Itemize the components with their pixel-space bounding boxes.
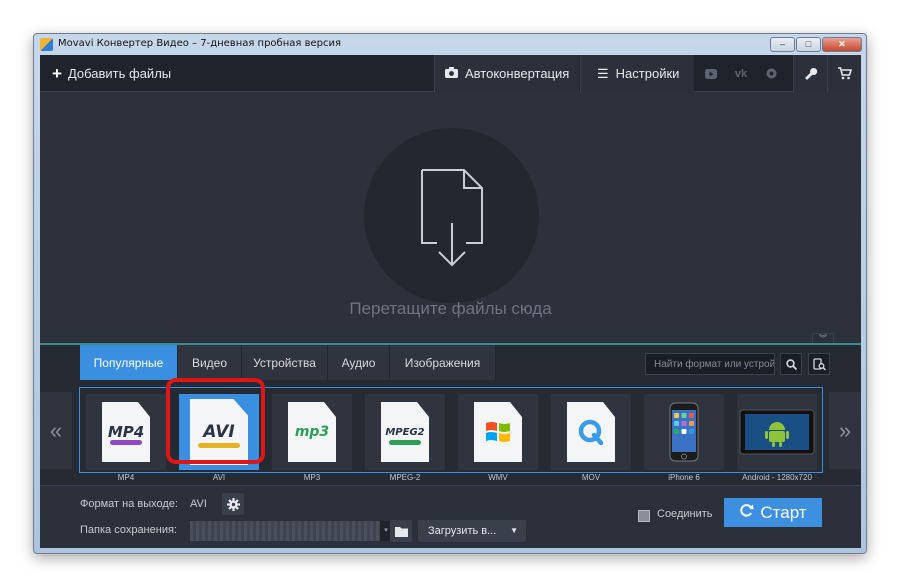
drop-zone[interactable]: Перетащите файлы сюда [40,93,861,343]
tab-popular[interactable]: Популярные [80,345,178,380]
window-title: Movavi Конвертер Видео – 7-дневная пробн… [58,38,341,49]
format-thumb [458,394,538,470]
browse-folder-button[interactable] [390,520,412,542]
wrench-icon [804,67,817,80]
format-card-wmv[interactable]: WMV [454,392,542,482]
format-card-mp4[interactable]: MP4 MP4 [82,392,170,482]
format-thumb [644,394,724,470]
search-icon [785,358,797,370]
format-thumb [737,394,817,470]
autoconvert-label: Автоконвертация [465,66,570,81]
format-card-android[interactable]: Android - 1280x720 [733,392,821,482]
cart-button[interactable] [827,55,861,92]
format-card-mpeg2[interactable]: MPEG2 MPEG-2 [361,392,449,482]
format-label: Android - 1280x720 [742,473,812,482]
tools-button[interactable] [793,55,827,92]
format-label: MPEG-2 [389,473,421,482]
format-card-iphone6[interactable]: iPhone 6 [640,392,728,482]
mp4-file-icon: MP4 [102,402,150,462]
menu-icon: ☰ [597,65,609,81]
upload-label: Загрузить в... [428,525,497,537]
camera-icon [445,66,458,81]
output-format-value: AVI [190,498,207,510]
scroll-left-arrow[interactable]: « [40,392,72,469]
refresh-icon [739,503,754,523]
maximize-button[interactable]: □ [796,37,821,52]
main-toolbar: + Добавить файлы Автоконвертация ☰ Настр… [40,55,861,92]
start-label: Старт [760,502,807,522]
title-bar: Movavi Конвертер Видео – 7-дневная пробн… [34,34,866,55]
vk-icon[interactable]: vk [726,55,756,92]
cart-icon [837,67,852,80]
tab-devices[interactable]: Устройства [242,345,328,380]
tab-audio[interactable]: Аудио [328,345,390,380]
autoconvert-button[interactable]: Автоконвертация [434,55,579,92]
app-window: Movavi Конвертер Видео – 7-дневная пробн… [33,33,867,554]
device-detect-button[interactable] [808,353,830,375]
folder-icon [394,526,408,537]
save-folder-path-field[interactable] [190,521,380,541]
format-label: MP3 [303,473,321,482]
add-files-label: Добавить файлы [67,66,172,81]
tab-images[interactable]: Изображения [390,345,496,380]
minimize-button[interactable]: – [770,37,795,52]
format-search-input[interactable] [645,353,775,375]
join-checkbox[interactable] [638,510,650,522]
format-thumb: MP4 [86,394,166,470]
drop-hint: Перетащите файлы сюда [349,299,552,318]
plus-icon: + [52,63,62,83]
save-folder-label: Папка сохранения: [80,524,177,536]
mpeg2-file-icon: MPEG2 [381,402,429,462]
close-button[interactable]: ✕ [822,37,862,52]
format-thumb [551,394,631,470]
gear-icon [226,497,240,511]
search-button[interactable] [780,353,802,375]
format-label: MP4 [117,473,135,482]
format-tabs: Популярные Видео Устройства Аудио Изобра… [80,345,496,380]
format-label: AVI [212,473,226,482]
output-format-label: Формат на выходе: [80,498,178,510]
format-settings-button[interactable] [222,493,244,515]
drop-circle [364,128,539,303]
mp3-file-icon: mp3 [288,402,336,462]
format-label: MOV [581,473,601,482]
app-client-area: + Добавить файлы Автоконвертация ☰ Настр… [40,55,861,548]
format-panel: Популярные Видео Устройства Аудио Изобра… [40,345,861,485]
format-label: iPhone 6 [668,473,700,482]
join-label: Соединить [657,508,713,520]
format-thumb: mp3 [272,394,352,470]
scroll-right-arrow[interactable]: » [829,392,861,469]
output-settings-bar: Формат на выходе: AVI Папка сохранения: … [40,485,861,548]
format-label: WMV [488,473,508,482]
file-drop-icon [421,169,483,267]
quicktime-icon [578,419,604,445]
settings-button[interactable]: ☰ Настройки [580,55,694,92]
mov-file-icon [567,402,615,462]
settings-label: Настройки [615,66,680,81]
device-search-icon [812,357,826,371]
add-files-button[interactable]: + Добавить файлы [40,55,185,92]
share-icon[interactable] [756,55,786,92]
upload-to-button[interactable]: Загрузить в... ▼ [418,520,526,542]
chevron-down-icon: ▼ [510,526,518,535]
app-logo-icon [40,38,53,51]
iphone-icon [669,402,699,462]
windows-logo-icon [486,422,510,442]
youtube-icon[interactable] [696,55,726,92]
avi-selection-highlight [166,378,265,464]
format-card-mov[interactable]: MOV [547,392,635,482]
format-card-mp3[interactable]: mp3 MP3 [268,392,356,482]
start-button[interactable]: Старт [724,498,822,527]
wmv-file-icon [474,402,522,462]
tab-video[interactable]: Видео [178,345,242,380]
format-thumb: MPEG2 [365,394,445,470]
android-tablet-icon [739,409,815,455]
